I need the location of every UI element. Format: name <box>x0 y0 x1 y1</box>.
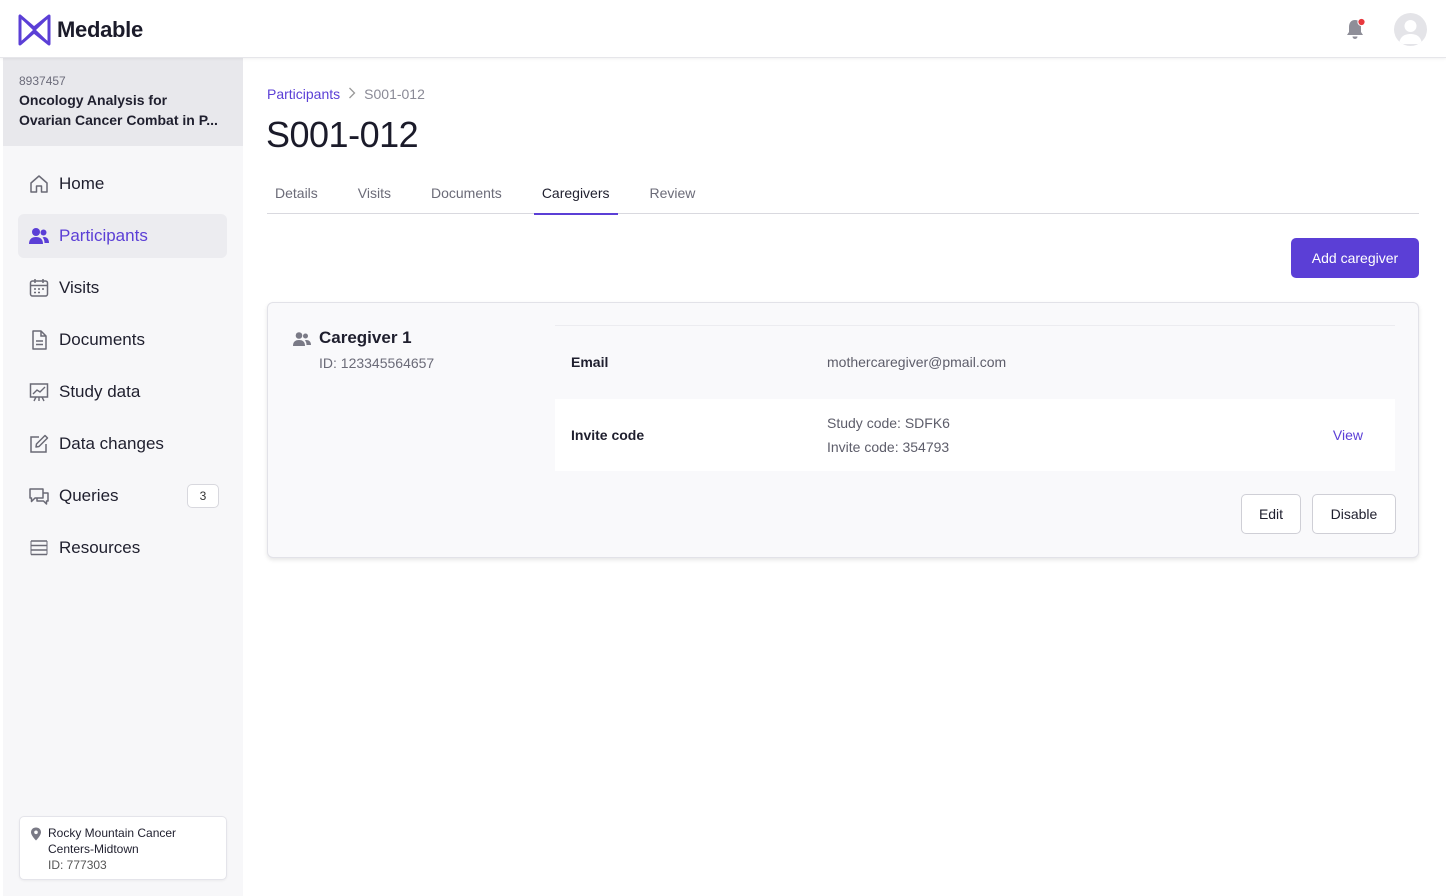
invite-code-row: Invite code Study code: SDFK6 Invite cod… <box>555 399 1395 471</box>
chat-icon <box>28 485 50 507</box>
site-id: ID: 777303 <box>48 858 107 872</box>
sidebar-nav: Home Participants Visits Documents Study… <box>18 162 227 578</box>
tab-details[interactable]: Details <box>267 172 326 214</box>
study-name-line-2: Ovarian Cancer Combat in P... <box>19 112 218 128</box>
queries-count-badge: 3 <box>187 484 219 508</box>
users-icon <box>28 225 50 247</box>
tab-visits[interactable]: Visits <box>350 172 399 214</box>
caregiver-id: ID: 123345564657 <box>319 355 435 371</box>
sidebar-item-visits[interactable]: Visits <box>18 266 227 310</box>
view-invite-link[interactable]: View <box>1333 427 1363 443</box>
site-name-line-2: Centers-Midtown <box>48 842 139 856</box>
study-id: 8937457 <box>19 74 66 88</box>
sidebar-item-label: Resources <box>59 538 141 557</box>
sidebar-item-label: Study data <box>59 382 141 401</box>
sidebar-item-queries[interactable]: Queries 3 <box>18 474 227 518</box>
top-bar: Medable <box>0 0 1446 58</box>
breadcrumb-current: S001-012 <box>364 86 425 102</box>
edit-icon <box>28 433 50 455</box>
site-card[interactable]: Rocky Mountain Cancer Centers-Midtown ID… <box>19 816 227 880</box>
email-value: mothercaregiver@pmail.com <box>827 353 1007 370</box>
sidebar-item-label: Data changes <box>59 434 164 453</box>
user-avatar-icon[interactable] <box>1394 13 1427 46</box>
invite-code-label: Invite code <box>571 427 645 443</box>
caregiver-users-icon <box>292 331 312 352</box>
caregiver-card: Caregiver 1 ID: 123345564657 Email mothe… <box>267 302 1419 558</box>
sidebar-item-documents[interactable]: Documents <box>18 318 227 362</box>
breadcrumb: Participants S001-012 <box>267 86 425 102</box>
study-code-value: Study code: SDFK6 <box>827 415 950 431</box>
chevron-right-icon <box>348 86 356 102</box>
invite-code-values: Study code: SDFK6 Invite code: 354793 <box>827 411 950 459</box>
tab-review[interactable]: Review <box>642 172 704 214</box>
sidebar-item-participants[interactable]: Participants <box>18 214 227 258</box>
medable-logo-icon <box>18 14 51 46</box>
site-name-line-1: Rocky Mountain Cancer <box>48 826 177 840</box>
sidebar-item-home[interactable]: Home <box>18 162 227 206</box>
home-icon <box>28 173 50 195</box>
disable-caregiver-button[interactable]: Disable <box>1312 494 1396 534</box>
tab-caregivers[interactable]: Caregivers <box>533 172 618 215</box>
tab-documents[interactable]: Documents <box>423 172 510 214</box>
edit-caregiver-button[interactable]: Edit <box>1241 494 1301 534</box>
study-name-line-1: Oncology Analysis for <box>19 92 168 108</box>
invite-code-value: Invite code: 354793 <box>827 439 950 455</box>
add-caregiver-button[interactable]: Add caregiver <box>1291 238 1419 278</box>
breadcrumb-participants-link[interactable]: Participants <box>267 86 340 102</box>
sidebar-item-label: Participants <box>59 226 148 245</box>
sidebar-item-label: Visits <box>59 278 100 297</box>
brand-name: Medable <box>57 17 143 42</box>
study-name: Oncology Analysis for Ovarian Cancer Com… <box>19 90 231 130</box>
sidebar-item-data-changes[interactable]: Data changes <box>18 422 227 466</box>
calendar-icon <box>28 277 50 299</box>
bell-icon[interactable] <box>1343 17 1367 41</box>
chart-icon <box>28 381 50 403</box>
page-title: S001-012 <box>266 114 419 155</box>
email-row: Email mothercaregiver@pmail.com <box>555 325 1395 397</box>
sidebar-item-study-data[interactable]: Study data <box>18 370 227 414</box>
list-icon <box>28 537 50 559</box>
participant-tabs: Details Visits Documents Caregivers Revi… <box>267 172 1419 215</box>
location-pin-icon <box>30 827 42 846</box>
study-header[interactable]: 8937457 Oncology Analysis for Ovarian Ca… <box>3 58 243 146</box>
sidebar-item-label: Documents <box>59 330 145 349</box>
medable-logo[interactable]: Medable <box>18 14 143 46</box>
sidebar-item-resources[interactable]: Resources <box>18 526 227 570</box>
sidebar-item-label: Home <box>59 174 105 193</box>
email-label: Email <box>571 353 609 370</box>
sidebar-item-label: Queries <box>59 486 119 505</box>
document-icon <box>28 329 50 351</box>
caregiver-name: Caregiver 1 <box>319 328 412 347</box>
sidebar: 8937457 Oncology Analysis for Ovarian Ca… <box>3 58 243 896</box>
